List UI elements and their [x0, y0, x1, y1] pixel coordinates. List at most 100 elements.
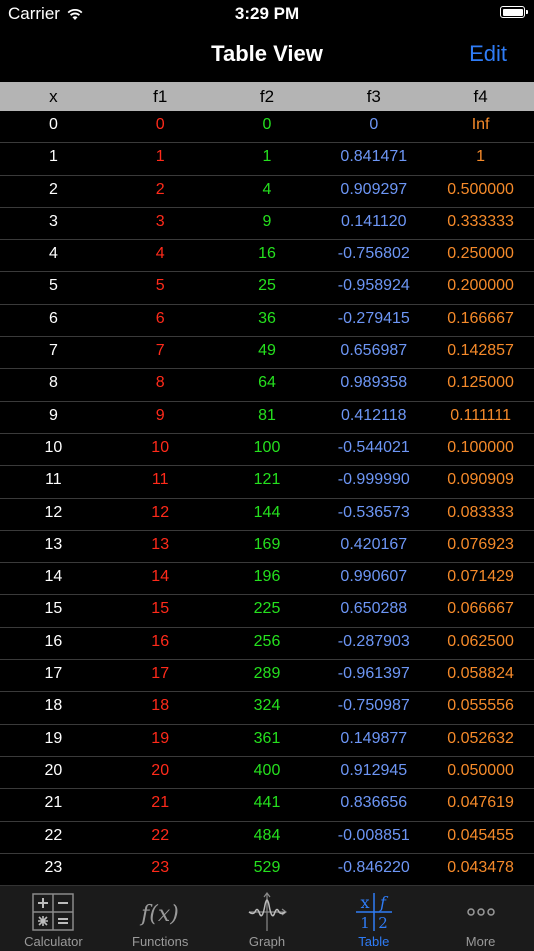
svg-text:1: 1: [360, 914, 370, 932]
cell-f1: 10: [151, 438, 170, 456]
cell-f2: 9: [262, 212, 272, 230]
cell-f3: -0.287903: [337, 632, 410, 650]
cell-f2: 1: [262, 148, 272, 166]
cell-f3: -0.958924: [337, 277, 410, 295]
cell-f1: 16: [151, 632, 170, 650]
tab-graph[interactable]: Graph: [214, 886, 321, 951]
tab-label-table: Table: [358, 934, 390, 949]
cell-x: 22: [44, 826, 63, 844]
table-row: 21 21 441 0.836656 0.047619: [0, 789, 534, 822]
cell-f2: 81: [258, 406, 276, 424]
cell-f2: 400: [253, 761, 281, 779]
column-header-f3: f3: [366, 87, 381, 106]
table-body[interactable]: 0 0 0 0 Inf 1 1 1 0.841471 1 2 2 4 0.909297 0.500000 3 3…: [0, 111, 534, 887]
cell-f4: 0.047619: [447, 794, 514, 812]
cell-f3: -0.750987: [337, 697, 410, 715]
cell-f2: 169: [253, 535, 281, 553]
cell-f2: 256: [253, 632, 281, 650]
table-header: x f1 f2 f3 f4: [0, 82, 534, 111]
table-row: 10 10 100 -0.544021 0.100000: [0, 434, 534, 467]
cell-f3: 0.412118: [341, 406, 407, 424]
cell-x: 23: [44, 858, 63, 876]
cell-x: 15: [44, 600, 63, 618]
cell-x: 1: [48, 148, 58, 166]
status-time: 3:29 PM: [234, 4, 300, 23]
cell-f1: 17: [151, 665, 170, 683]
cell-x: 10: [44, 438, 63, 456]
tab-more[interactable]: More: [427, 886, 534, 951]
table-row: 0 0 0 0 Inf: [0, 111, 534, 144]
cell-f4: 0.043478: [447, 858, 514, 876]
cell-f3: -0.999990: [337, 471, 410, 489]
cell-x: 5: [48, 277, 58, 295]
tab-calculator[interactable]: Calculator: [0, 886, 107, 951]
cell-f1: 9: [155, 406, 165, 424]
cell-f3: -0.008851: [337, 826, 410, 844]
cell-f4: 0.333333: [447, 212, 514, 230]
cell-f2: 441: [253, 794, 281, 812]
cell-f2: 4: [262, 180, 272, 198]
edit-button[interactable]: Edit: [469, 41, 507, 67]
cell-f4: 0.062500: [447, 632, 514, 650]
cell-f2: 361: [253, 729, 281, 747]
table-row: 15 15 225 0.650288 0.066667: [0, 595, 534, 628]
function-icon-text: f(x): [139, 902, 179, 927]
cell-f4: 0.090909: [447, 471, 514, 489]
cell-x: 17: [44, 665, 63, 683]
tab-functions[interactable]: f(x) Functions: [107, 886, 214, 951]
cell-f1: 23: [151, 858, 170, 876]
cell-f1: 19: [151, 729, 170, 747]
cell-x: 13: [44, 535, 63, 553]
cell-f3: -0.544021: [337, 438, 410, 456]
cell-x: 4: [48, 245, 58, 263]
cell-f1: 0: [155, 116, 165, 133]
cell-f1: 2: [155, 180, 165, 198]
cell-f2: 529: [253, 858, 281, 876]
cell-f2: 225: [253, 600, 281, 618]
cell-f1: 3: [155, 212, 165, 230]
cell-f1: 18: [151, 697, 170, 715]
table-row: 11 11 121 -0.999990 0.090909: [0, 466, 534, 499]
table-row: 18 18 324 -0.750987 0.055556: [0, 692, 534, 725]
function-icon: f(x): [139, 902, 179, 927]
status-bar: Carrier 3:29 PM: [0, 0, 534, 28]
cell-x: 0: [48, 116, 58, 133]
table-row: 4 4 16 -0.756802 0.250000: [0, 240, 534, 273]
cell-f3: 0.909297: [340, 180, 408, 198]
cell-x: 14: [44, 568, 63, 586]
cell-f4: 0.166667: [447, 309, 514, 327]
calculator-icon: [32, 893, 75, 931]
cell-f2: 196: [253, 568, 281, 586]
graph-icon: [248, 892, 287, 931]
cell-f4: 1: [476, 148, 486, 166]
cell-x: 2: [48, 180, 58, 198]
table-row: 9 9 81 0.412118 0.111111: [0, 402, 534, 434]
table-row: 5 5 25 -0.958924 0.200000: [0, 272, 534, 305]
cell-f1: 5: [155, 277, 165, 295]
cell-f4: 0.052632: [447, 729, 514, 747]
cell-f2: 36: [258, 309, 276, 327]
cell-x: 8: [48, 374, 58, 392]
cell-f2: 64: [258, 374, 276, 392]
table-row: 14 14 196 0.990607 0.071429: [0, 563, 534, 596]
cell-f4: Inf: [471, 116, 490, 133]
cell-f3: 0: [369, 116, 379, 133]
cell-f3: -0.846220: [337, 858, 410, 876]
tab-table[interactable]: x f 1 2 Table: [320, 886, 427, 951]
cell-f3: 0.149877: [340, 729, 408, 747]
cell-f3: -0.756802: [337, 245, 410, 263]
cell-f4: 0.200000: [447, 277, 514, 295]
cell-f1: 13: [151, 535, 170, 553]
cell-f4: 0.045455: [447, 826, 514, 844]
cell-f4: 0.111111: [450, 406, 511, 424]
cell-x: 7: [48, 342, 58, 360]
tab-label-more: More: [465, 934, 496, 949]
cell-f1: 8: [155, 374, 165, 392]
cell-f1: 11: [151, 471, 169, 489]
table-row: 23 23 529 -0.846220 0.043478: [0, 854, 534, 887]
cell-f1: 1: [155, 148, 165, 166]
table-row: 6 6 36 -0.279415 0.166667: [0, 305, 534, 338]
column-header-f4: f4: [473, 87, 488, 106]
more-icon: [466, 908, 495, 916]
cell-f3: 0.650288: [340, 600, 408, 618]
